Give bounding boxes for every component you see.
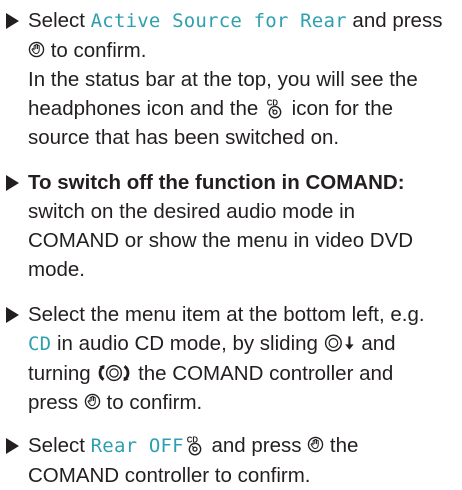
- manual-page: Select Active Source for Rear and press …: [0, 0, 462, 488]
- menu-item-active-source-for-rear: Active Source for Rear: [90, 10, 347, 32]
- step-text: Select: [28, 9, 91, 32]
- step-arrow-icon: [6, 175, 19, 191]
- step-arrow-icon: [6, 438, 19, 454]
- slide-down-controller-icon: [324, 334, 354, 352]
- step-text: in audio CD mode, by sliding: [51, 332, 324, 355]
- step-text: to confirm.: [100, 391, 203, 414]
- press-controller-icon: [28, 41, 45, 58]
- press-controller-icon: [307, 436, 324, 453]
- menu-item-cd: CD: [28, 333, 52, 355]
- instruction-step-select-menu-item: Select the menu item at the bottom left,…: [6, 300, 448, 417]
- step-arrow-icon: [6, 307, 19, 323]
- step-text: Select the menu item at the bottom left,…: [28, 303, 425, 326]
- step-text: switch on the desired audio mode in COMA…: [28, 200, 414, 281]
- step-text: and press: [346, 9, 443, 32]
- cd-source-icon: CD: [267, 98, 282, 119]
- step-text: and press: [205, 434, 308, 457]
- instruction-step-rear-off: Select Rear OFF CD and press the COMAND …: [6, 431, 448, 490]
- step-arrow-icon: [6, 13, 19, 29]
- cd-source-icon: CD: [187, 435, 202, 456]
- turn-controller-icon: [99, 364, 130, 381]
- menu-item-rear-off: Rear OFF: [90, 435, 184, 457]
- step-heading: To switch off the function in COMAND:: [28, 171, 405, 194]
- step-text: Select: [28, 434, 91, 457]
- press-controller-icon: [84, 393, 101, 410]
- instruction-step-switch-off: To switch off the function in COMAND: sw…: [6, 168, 448, 284]
- instruction-step-select-active-source: Select Active Source for Rear and press …: [6, 6, 448, 152]
- step-text: to confirm.: [45, 39, 147, 62]
